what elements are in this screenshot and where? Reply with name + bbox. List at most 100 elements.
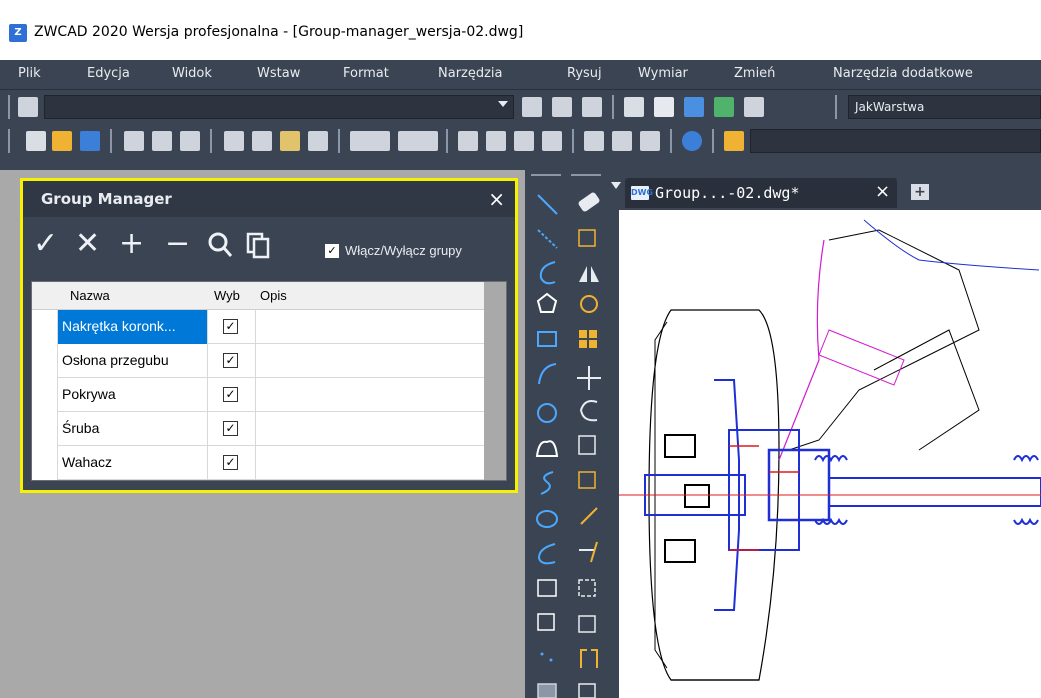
group-name-cell[interactable]: Nakrętka koronk... xyxy=(58,310,208,344)
print-icon[interactable] xyxy=(124,131,144,151)
line-icon[interactable] xyxy=(537,194,558,215)
properties-icon[interactable] xyxy=(624,97,644,117)
polygon-icon[interactable] xyxy=(536,292,558,313)
group-name-cell[interactable]: Wahacz xyxy=(58,446,208,480)
zoom-realtime-icon[interactable] xyxy=(486,131,506,151)
insert-block-icon[interactable] xyxy=(537,579,557,597)
toolbar-grip[interactable] xyxy=(670,129,672,153)
layer-state-icon[interactable] xyxy=(582,97,602,117)
table-row[interactable]: Wahacz ✓ xyxy=(32,446,484,480)
row-selector[interactable] xyxy=(32,310,58,344)
scale-icon[interactable] xyxy=(578,435,596,455)
description-cell[interactable] xyxy=(256,446,484,480)
new-tab-icon[interactable]: + xyxy=(911,184,929,200)
menu-edycja[interactable]: Edycja xyxy=(87,66,130,81)
chamfer-icon[interactable] xyxy=(580,649,598,668)
column-header-nazwa[interactable]: Nazwa xyxy=(70,288,110,303)
mirror-icon[interactable] xyxy=(579,266,599,282)
undo-icon[interactable] xyxy=(350,131,390,151)
redo-icon[interactable] xyxy=(398,131,438,151)
selectable-checkbox[interactable]: ✓ xyxy=(223,455,238,470)
layer-isolate-icon[interactable] xyxy=(552,97,572,117)
new-file-icon[interactable] xyxy=(26,131,46,151)
group-name-cell[interactable]: Pokrywa xyxy=(58,378,208,412)
zoom-window-icon[interactable] xyxy=(514,131,534,151)
stretch-icon[interactable] xyxy=(578,471,596,489)
circle-icon[interactable] xyxy=(537,403,557,423)
spline-icon[interactable] xyxy=(540,471,554,495)
selectable-checkbox[interactable]: ✓ xyxy=(223,421,238,436)
table-row[interactable]: Nakrętka koronk... ✓ xyxy=(32,310,484,344)
menu-wstaw[interactable]: Wstaw xyxy=(257,66,300,81)
layer-manager-icon[interactable] xyxy=(18,97,38,117)
toolbar-grip[interactable] xyxy=(8,95,10,119)
group-name-cell[interactable]: Śruba xyxy=(58,412,208,446)
toolbar-grip[interactable] xyxy=(338,129,340,153)
groups-toggle-label[interactable]: Włącz/Wyłącz grupy xyxy=(345,243,462,258)
match-properties-icon[interactable] xyxy=(308,131,328,151)
menu-format[interactable]: Format xyxy=(343,66,389,81)
copy-icon[interactable] xyxy=(252,131,272,151)
tab-document[interactable]: DWG Group...-02.dwg* × xyxy=(625,178,897,208)
table-row[interactable]: Śruba ✓ xyxy=(32,412,484,446)
array-icon[interactable] xyxy=(579,330,587,338)
help-icon[interactable] xyxy=(682,131,702,151)
close-icon[interactable]: × xyxy=(488,187,505,211)
copy-group-icon[interactable] xyxy=(245,231,271,265)
menu-plik[interactable]: Plik xyxy=(18,66,41,81)
description-cell[interactable] xyxy=(256,378,484,412)
open-folder-icon[interactable] xyxy=(52,131,72,151)
cancel-x-icon[interactable]: ✕ xyxy=(75,229,100,259)
group-manager-header[interactable]: Group Manager × xyxy=(23,181,515,217)
layer-combo-dropdown[interactable] xyxy=(492,95,514,119)
text-style-icon[interactable] xyxy=(724,131,744,151)
group-name-cell[interactable]: Osłona przegubu xyxy=(58,344,208,378)
print-preview-icon[interactable] xyxy=(152,131,172,151)
table-row[interactable]: Pokrywa ✓ xyxy=(32,378,484,412)
groups-toggle-checkbox[interactable]: ✓ xyxy=(325,244,339,258)
toolbar-grip[interactable] xyxy=(8,129,10,153)
toolbar-grip[interactable] xyxy=(110,129,112,153)
toolbar-grip[interactable] xyxy=(712,129,714,153)
add-group-icon[interactable]: + xyxy=(119,229,144,259)
zoom-previous-icon[interactable] xyxy=(542,131,562,151)
info-icon[interactable] xyxy=(654,97,674,117)
make-block-icon[interactable] xyxy=(537,613,555,631)
paste-icon[interactable] xyxy=(280,131,300,151)
toolbar-grip[interactable] xyxy=(446,129,448,153)
plot-icon[interactable] xyxy=(180,131,200,151)
row-selector[interactable] xyxy=(32,344,58,378)
cut-icon[interactable] xyxy=(224,131,244,151)
polyline-icon[interactable] xyxy=(539,261,556,285)
selectable-checkbox[interactable]: ✓ xyxy=(223,319,238,334)
rectangle-icon[interactable] xyxy=(537,331,557,347)
row-selector[interactable] xyxy=(32,378,58,412)
properties-palette-icon[interactable] xyxy=(584,131,604,151)
text-style-combo[interactable] xyxy=(750,129,1041,153)
selectable-checkbox[interactable]: ✓ xyxy=(223,353,238,368)
design-center-icon[interactable] xyxy=(714,97,734,117)
description-cell[interactable] xyxy=(256,412,484,446)
search-icon[interactable] xyxy=(207,231,233,266)
toolbar-grip[interactable] xyxy=(835,95,837,119)
trim-icon[interactable] xyxy=(580,507,598,525)
row-selector[interactable] xyxy=(32,412,58,446)
description-cell[interactable] xyxy=(256,310,484,344)
description-cell[interactable] xyxy=(256,344,484,378)
fillet-icon[interactable] xyxy=(578,683,596,698)
menu-narzedzia-dodatkowe[interactable]: Narzędzia dodatkowe xyxy=(833,66,973,81)
remove-group-icon[interactable]: − xyxy=(165,229,190,259)
toolbar-grip[interactable] xyxy=(612,95,614,119)
table-row[interactable]: Osłona przegubu ✓ xyxy=(32,344,484,378)
menu-wymiar[interactable]: Wymiar xyxy=(638,66,688,81)
ellipse-icon[interactable] xyxy=(536,510,558,528)
point-icon[interactable] xyxy=(540,652,544,656)
linetype-combo[interactable]: JakWarstwa xyxy=(848,95,1041,119)
copy-object-icon[interactable] xyxy=(578,229,596,247)
layer-previous-icon[interactable] xyxy=(522,97,542,117)
menu-rysuj[interactable]: Rysuj xyxy=(567,66,602,81)
design-center-palette-icon[interactable] xyxy=(612,131,632,151)
construction-line-icon[interactable] xyxy=(537,229,558,249)
pan-icon[interactable] xyxy=(458,131,478,151)
join-icon[interactable] xyxy=(578,615,596,633)
